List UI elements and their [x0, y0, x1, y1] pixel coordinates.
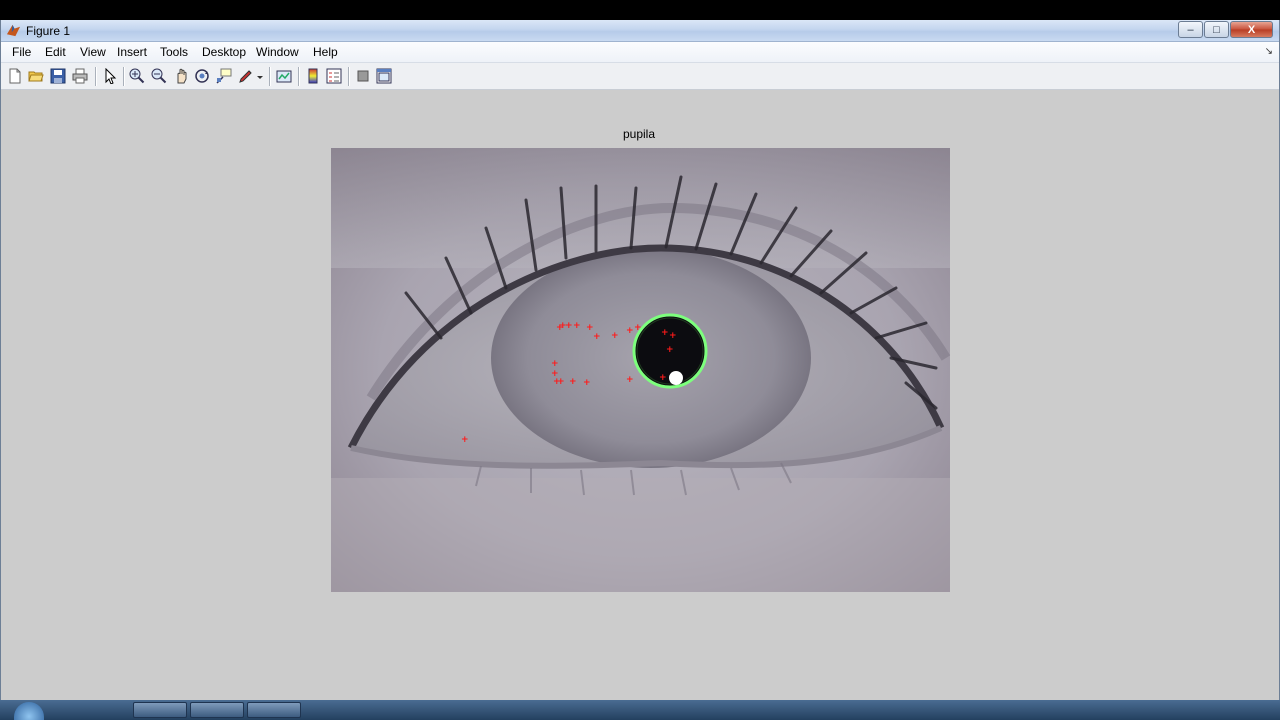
axes-title: pupila	[622, 127, 656, 141]
zoom-in-icon[interactable]	[128, 67, 146, 85]
taskbar-app-button[interactable]	[133, 702, 187, 718]
window-title: Figure 1	[26, 24, 71, 38]
svg-text:+: +	[583, 378, 591, 388]
hide-plot-tools-icon[interactable]	[354, 67, 372, 85]
title-bar[interactable]: Figure 1 – □ X	[1, 20, 1279, 42]
maximize-button[interactable]: □	[1204, 21, 1229, 38]
toolbar-separator	[123, 67, 125, 86]
menu-insert[interactable]: Insert	[117, 45, 147, 59]
toolbar-separator	[269, 67, 271, 86]
print-icon[interactable]	[71, 67, 89, 85]
svg-text:+: +	[666, 345, 674, 355]
svg-text:+: +	[557, 377, 565, 387]
svg-text:+: +	[573, 321, 581, 331]
taskbar-app-button[interactable]	[190, 702, 244, 718]
svg-text:+: +	[551, 359, 559, 369]
menu-bar: File Edit View Insert Tools Desktop Wind…	[1, 42, 1279, 63]
minimize-button[interactable]: –	[1178, 21, 1203, 38]
rotate-3d-icon[interactable]	[193, 67, 211, 85]
svg-text:+: +	[569, 377, 577, 387]
toolbar-separator	[95, 67, 97, 86]
show-plot-tools-icon[interactable]	[375, 67, 393, 85]
menu-help[interactable]: Help	[313, 45, 338, 59]
svg-text:+: +	[634, 323, 642, 333]
zoom-out-icon[interactable]	[150, 67, 168, 85]
menu-window[interactable]: Window	[256, 45, 299, 59]
start-button[interactable]	[14, 702, 44, 720]
menu-view[interactable]: View	[80, 45, 106, 59]
data-cursor-icon[interactable]	[215, 67, 233, 85]
svg-text:+: +	[669, 331, 677, 341]
pan-icon[interactable]	[172, 67, 190, 85]
save-icon[interactable]	[49, 67, 67, 85]
legend-icon[interactable]	[325, 67, 343, 85]
new-figure-icon[interactable]	[6, 67, 24, 85]
svg-text:+: +	[593, 332, 601, 342]
svg-text:+: +	[659, 373, 667, 383]
matlab-icon	[6, 24, 21, 37]
close-button[interactable]: X	[1230, 21, 1273, 38]
figure-window: Figure 1 – □ X File Edit View Insert Too…	[0, 20, 1280, 700]
svg-text:+: +	[565, 321, 573, 331]
figure-toolbar	[1, 63, 1279, 90]
taskbar-app-button[interactable]	[247, 702, 301, 718]
svg-text:+: +	[461, 435, 469, 445]
svg-text:+: +	[626, 375, 634, 385]
menu-edit[interactable]: Edit	[45, 45, 66, 59]
svg-text:+: +	[661, 328, 669, 338]
svg-text:+: +	[626, 326, 634, 336]
brush-icon[interactable]	[237, 67, 255, 85]
edit-plot-icon[interactable]	[101, 67, 119, 85]
link-plot-icon[interactable]	[275, 67, 293, 85]
menu-tools[interactable]: Tools	[160, 45, 188, 59]
menu-desktop[interactable]: Desktop	[202, 45, 246, 59]
eye-image[interactable]: +++ + ++ + + + + ++ ++ +++ + + + +	[331, 148, 950, 592]
taskbar	[0, 700, 1280, 720]
window-controls: – □ X	[1177, 21, 1273, 39]
brush-dropdown-icon[interactable]	[255, 67, 265, 85]
toolbar-separator	[348, 67, 350, 86]
colorbar-icon[interactable]	[304, 67, 322, 85]
open-file-icon[interactable]	[27, 67, 45, 85]
menu-file[interactable]: File	[12, 45, 31, 59]
toolbar-separator	[298, 67, 300, 86]
dock-arrow-icon[interactable]: ↘	[1265, 46, 1273, 57]
svg-text:+: +	[611, 331, 619, 341]
